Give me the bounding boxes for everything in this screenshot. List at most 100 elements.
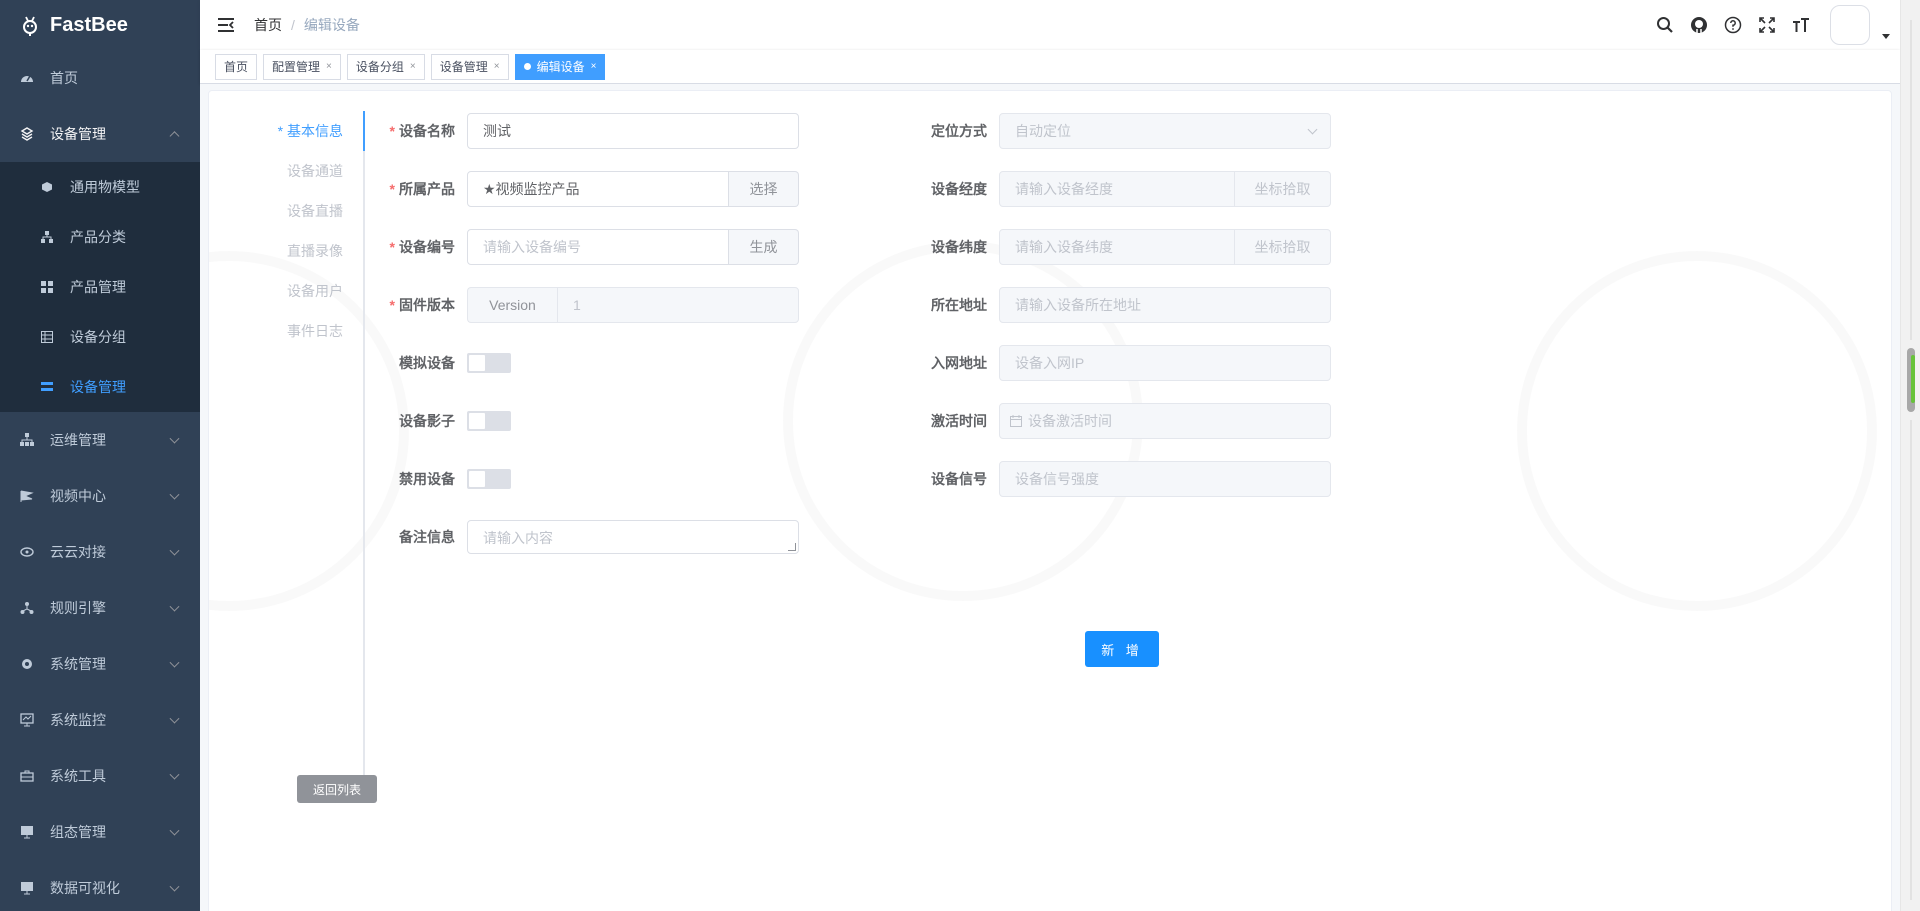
- sidebar-item-tools[interactable]: 系统工具: [0, 748, 200, 804]
- pick-coordinate-button: 坐标拾取: [1235, 171, 1331, 207]
- video-icon: [20, 489, 34, 503]
- tab-active-indicator: [363, 111, 365, 151]
- cloud-icon: [20, 545, 34, 559]
- tab-event-log[interactable]: 事件日志: [249, 311, 363, 351]
- tab-label: 设备用户: [287, 283, 343, 299]
- sidebar-item-ops[interactable]: 运维管理: [0, 412, 200, 468]
- simulate-label: 模拟设备: [367, 353, 467, 373]
- sidebar-item-device-management[interactable]: 设备管理: [0, 106, 200, 162]
- product-input[interactable]: ★视频监控产品: [467, 171, 729, 207]
- form-item-signal: 设备信号 设备信号强度: [899, 461, 1331, 497]
- dashboard-icon: [20, 71, 34, 85]
- select-product-button[interactable]: 选择: [729, 171, 799, 207]
- sidebar-item-home[interactable]: 首页: [0, 50, 200, 106]
- shadow-label: 设备影子: [367, 411, 467, 431]
- submit-add-button[interactable]: 新 增: [1085, 631, 1159, 667]
- sidebar-item-monitor[interactable]: 系统监控: [0, 692, 200, 748]
- close-icon[interactable]: ×: [591, 55, 597, 79]
- breadcrumb-current: 编辑设备: [303, 17, 360, 33]
- fastbee-logo-icon: [20, 14, 40, 36]
- scroll-track: [1910, 20, 1912, 340]
- caret-down-icon[interactable]: [1882, 33, 1890, 39]
- tab-label: 设备直播: [287, 203, 343, 219]
- tab-label: 设备通道: [287, 163, 343, 179]
- close-icon[interactable]: ×: [410, 55, 416, 79]
- github-icon[interactable]: [1689, 15, 1709, 35]
- tag-home[interactable]: 首页: [215, 53, 258, 80]
- sidebar-item-label: 视频中心: [50, 488, 106, 504]
- label-text: 定位方式: [931, 123, 987, 139]
- disable-switch[interactable]: [467, 469, 511, 489]
- chevron-down-icon: [169, 433, 180, 444]
- address-input: 请输入设备所在地址: [999, 287, 1331, 323]
- product-input-group: ★视频监控产品 选择: [467, 171, 799, 207]
- form-item-serial: * 设备编号 请输入设备编号 生成: [367, 229, 799, 265]
- tag-device-management[interactable]: 设备管理 ×: [430, 53, 509, 80]
- tab-device-users[interactable]: 设备用户: [249, 271, 363, 311]
- sidebar-item-dataviz[interactable]: 数据可视化: [0, 860, 200, 911]
- sidebar-item-thing-model[interactable]: 通用物模型: [0, 162, 200, 212]
- sidebar-item-rules[interactable]: 规则引擎: [0, 580, 200, 636]
- back-to-list-button[interactable]: 返回列表: [297, 775, 377, 803]
- tab-device-channel[interactable]: 设备通道: [249, 151, 363, 191]
- calendar-icon: [1010, 415, 1022, 427]
- longitude-input: 请输入设备经度: [999, 171, 1235, 207]
- device-name-input[interactable]: 测试: [467, 113, 799, 149]
- sidebar-item-system[interactable]: 系统管理: [0, 636, 200, 692]
- help-icon[interactable]: [1723, 15, 1743, 35]
- group-icon: [40, 330, 54, 344]
- sidebar-item-label: 数据可视化: [50, 880, 120, 896]
- avatar[interactable]: [1830, 5, 1870, 45]
- app-logo[interactable]: FastBee: [0, 0, 200, 50]
- resize-grip-icon[interactable]: [788, 543, 796, 551]
- firmware-label: * 固件版本: [367, 295, 467, 315]
- tab-device-live[interactable]: 设备直播: [249, 191, 363, 231]
- serial-input[interactable]: 请输入设备编号: [467, 229, 729, 265]
- search-icon[interactable]: [1655, 15, 1675, 35]
- sidebar-item-label: 规则引擎: [50, 600, 106, 616]
- sidebar-item-product-category[interactable]: 产品分类: [0, 212, 200, 262]
- generate-serial-button[interactable]: 生成: [729, 229, 799, 265]
- hamburger-icon[interactable]: [216, 15, 236, 35]
- sidebar-item-cloud[interactable]: 云云对接: [0, 524, 200, 580]
- form-item-activate-time: 激活时间 设备激活时间: [899, 403, 1331, 439]
- chart-icon: [20, 881, 34, 895]
- simulate-switch[interactable]: [467, 353, 511, 373]
- sidebar-item-config[interactable]: 组态管理: [0, 804, 200, 860]
- form-item-firmware: * 固件版本 Version 1: [367, 287, 799, 323]
- sidebar-item-device-group[interactable]: 设备分组: [0, 312, 200, 362]
- tab-live-recording[interactable]: 直播录像: [249, 231, 363, 271]
- firmware-prefix: Version: [467, 287, 557, 323]
- rule-icon: [20, 601, 34, 615]
- tag-device-group[interactable]: 设备分组 ×: [346, 53, 425, 80]
- label-text: 入网地址: [931, 355, 987, 371]
- sidebar-item-device-list[interactable]: 设备管理: [0, 362, 200, 412]
- monitor-icon: [20, 713, 34, 727]
- app-name: FastBee: [50, 13, 128, 36]
- device-icon: [20, 127, 34, 141]
- fullscreen-icon[interactable]: [1757, 15, 1777, 35]
- label-text: 设备经度: [931, 181, 987, 197]
- sidebar-item-product-management[interactable]: 产品管理: [0, 262, 200, 312]
- form-item-network: 入网地址 设备入网IP: [899, 345, 1331, 381]
- latitude-label: 设备纬度: [899, 237, 999, 257]
- sidebar-item-video[interactable]: 视频中心: [0, 468, 200, 524]
- required-mark: *: [389, 297, 395, 313]
- watermark-stamp: [1517, 251, 1877, 611]
- tag-edit-device[interactable]: 编辑设备 ×: [514, 53, 606, 80]
- required-mark: *: [389, 181, 395, 197]
- breadcrumb-home[interactable]: 首页: [254, 15, 282, 35]
- close-icon[interactable]: ×: [326, 55, 332, 79]
- page-scrollbar[interactable]: [1900, 0, 1920, 911]
- chevron-down-icon: [169, 545, 180, 556]
- tag-config[interactable]: 配置管理 ×: [263, 53, 341, 80]
- remark-placeholder: 请输入内容: [483, 530, 553, 546]
- shadow-switch[interactable]: [467, 411, 511, 431]
- close-icon[interactable]: ×: [494, 55, 500, 79]
- font-size-icon[interactable]: [1791, 15, 1811, 35]
- remark-textarea[interactable]: 请输入内容: [467, 520, 799, 554]
- location-mode-select: 自动定位: [999, 113, 1331, 149]
- tab-basic-info[interactable]: * 基本信息: [249, 111, 363, 151]
- config-icon: [20, 825, 34, 839]
- form-item-simulate: 模拟设备: [367, 345, 511, 381]
